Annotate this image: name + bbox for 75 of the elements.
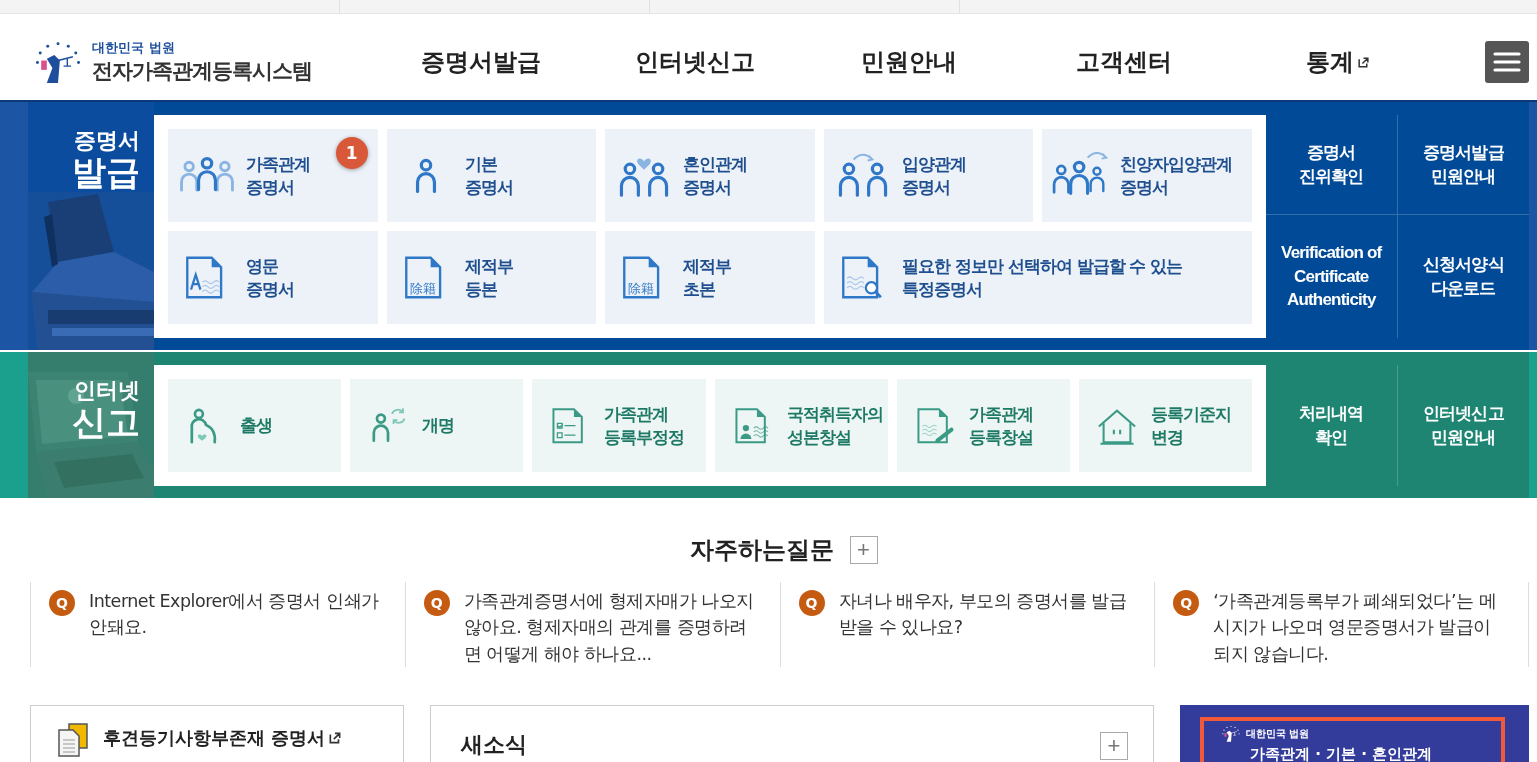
service-tile[interactable]: 除籍 제적부 등본 bbox=[386, 231, 597, 324]
service-tile[interactable]: 입양관계 증명서 bbox=[823, 129, 1034, 222]
nav-link[interactable]: 통계 bbox=[1305, 46, 1370, 78]
tile-label: 친양자입양관계 증명서 bbox=[1120, 153, 1233, 198]
banner-org: 대한민국 법원 bbox=[1246, 726, 1310, 741]
question-badge: Q bbox=[49, 590, 75, 616]
logo-title: 전자가족관계등록시스템 bbox=[92, 58, 312, 85]
document-link[interactable]: 후견등기사항부존재 증명서 bbox=[103, 726, 343, 750]
external-link-icon bbox=[328, 731, 343, 745]
tile-label: 등록기준지 변경 bbox=[1150, 403, 1231, 448]
banner-text: 가족관계 · 기본 · 혼인관계 bbox=[1249, 744, 1434, 762]
faq-question: 자녀나 배우자, 부모의 증명서를 발급 받을 수 있나요? bbox=[838, 590, 1128, 640]
tile-label: 가족관계 증명서 bbox=[246, 153, 310, 198]
service-tile[interactable]: 가족관계 등록부정정 bbox=[532, 379, 706, 472]
step-badge: 1 bbox=[335, 137, 368, 169]
section-title: 발급 bbox=[72, 153, 140, 193]
nav-link[interactable]: 인터넷신고 bbox=[635, 46, 756, 78]
quick-link[interactable]: 처리내역 확인 bbox=[1266, 365, 1398, 486]
service-tile[interactable]: 가족관계 증명서 1 bbox=[168, 129, 378, 222]
tile-label: 입양관계 증명서 bbox=[901, 153, 966, 198]
service-tile[interactable]: 필요한 정보만 선택하여 발급할 수 있는 특정증명서 bbox=[823, 231, 1252, 324]
tile-label: 영문 증명서 bbox=[246, 255, 294, 300]
tile-label: 필요한 정보만 선택하여 발급할 수 있는 특정증명서 bbox=[901, 255, 1183, 300]
question-badge: Q bbox=[798, 590, 825, 616]
quick-link[interactable]: 증명서 진위확인 bbox=[1266, 115, 1398, 216]
icon-caption: 除籍 bbox=[628, 282, 655, 295]
section-title: 신고 bbox=[72, 403, 140, 443]
faq-item[interactable]: Q 자녀나 배우자, 부모의 증명서를 발급 받을 수 있나요? bbox=[779, 582, 1155, 667]
nav-link[interactable]: 증명서발급 bbox=[421, 46, 542, 78]
icon-caption: 除籍 bbox=[409, 282, 436, 295]
tile-label: 제적부 등본 bbox=[464, 255, 513, 300]
faq-question: Internet Explorer에서 증명서 인쇄가 안돼요. bbox=[89, 590, 380, 640]
nav-link[interactable]: 민원안내 bbox=[861, 46, 958, 78]
external-link-icon bbox=[1356, 55, 1370, 69]
section-title: 증명서 bbox=[74, 128, 140, 154]
tile-label: 가족관계 등록창설 bbox=[968, 403, 1033, 448]
service-tile[interactable]: 가족관계 등록창설 bbox=[896, 379, 1070, 472]
service-tile[interactable]: 개명 bbox=[350, 379, 524, 472]
tile-label: 제적부 초본 bbox=[683, 255, 732, 300]
tile-label: 개명 bbox=[422, 414, 455, 437]
quick-link[interactable]: 신청서양식 다운로드 bbox=[1397, 215, 1529, 338]
question-badge: Q bbox=[423, 590, 450, 616]
promo-banner[interactable]: 대한민국 법원 가족관계 · 기본 · 혼인관계 bbox=[1180, 705, 1529, 762]
tile-label: 가족관계 등록부정정 bbox=[604, 403, 685, 448]
faq-item[interactable]: Q 가족관계증명서에 형제자매가 나오지 않아요. 형제자매의 관계를 증명하려면 어떻게 해야 하나요... bbox=[404, 582, 780, 667]
tile-label: 혼인관계 증명서 bbox=[683, 153, 748, 198]
menu-button[interactable] bbox=[1485, 41, 1529, 83]
tile-label: 국적취득자의 성본창설 bbox=[786, 403, 883, 448]
service-tile[interactable]: 영문 증명서 bbox=[168, 231, 378, 324]
logo-subtitle: 대한민국 법원 bbox=[92, 39, 176, 57]
more-button[interactable]: + bbox=[1100, 732, 1128, 760]
documents-icon bbox=[57, 722, 89, 758]
section-title: 인터넷 bbox=[74, 378, 140, 404]
faq-item[interactable]: Q Internet Explorer에서 증명서 인쇄가 안돼요. bbox=[30, 582, 405, 667]
service-tile[interactable]: 除籍 제적부 초본 bbox=[605, 231, 815, 324]
menu-icon bbox=[1493, 51, 1521, 73]
service-tile[interactable]: 친양자입양관계 증명서 bbox=[1042, 129, 1252, 222]
faq-title: 자주하는질문 bbox=[689, 535, 834, 566]
quick-link[interactable]: 인터넷신고 민원안내 bbox=[1397, 365, 1529, 486]
court-logo-icon bbox=[1220, 725, 1242, 743]
service-tile[interactable]: 기본 증명서 bbox=[386, 129, 597, 222]
quick-link[interactable]: Verification of Certificate Authenticity bbox=[1266, 215, 1398, 338]
question-badge: Q bbox=[1173, 590, 1200, 616]
more-button[interactable]: + bbox=[849, 536, 878, 564]
tile-label: 출생 bbox=[240, 414, 272, 437]
service-tile[interactable]: 등록기준지 변경 bbox=[1078, 379, 1252, 472]
faq-question: 가족관계증명서에 형제자매가 나오지 않아요. 형제자매의 관계를 증명하려면 어떻게 해야 하나요... bbox=[463, 590, 755, 666]
service-tile[interactable]: 출생 bbox=[168, 379, 342, 472]
service-tile[interactable]: 국적취득자의 성본창설 bbox=[714, 379, 888, 472]
service-tile[interactable]: 혼인관계 증명서 bbox=[605, 129, 815, 222]
news-title: 새소식 bbox=[461, 731, 527, 759]
tile-label: 기본 증명서 bbox=[464, 153, 513, 198]
faq-question: ‘가족관계등록부가 폐쇄되었다’는 메시지가 나오며 영문증명서가 발급이 되지 않습니다. bbox=[1213, 590, 1497, 666]
nav-link[interactable]: 고객센터 bbox=[1075, 46, 1172, 78]
faq-item[interactable]: Q ‘가족관계등록부가 폐쇄되었다’는 메시지가 나오며 영문증명서가 발급이 되지 않습니다. bbox=[1154, 582, 1529, 667]
